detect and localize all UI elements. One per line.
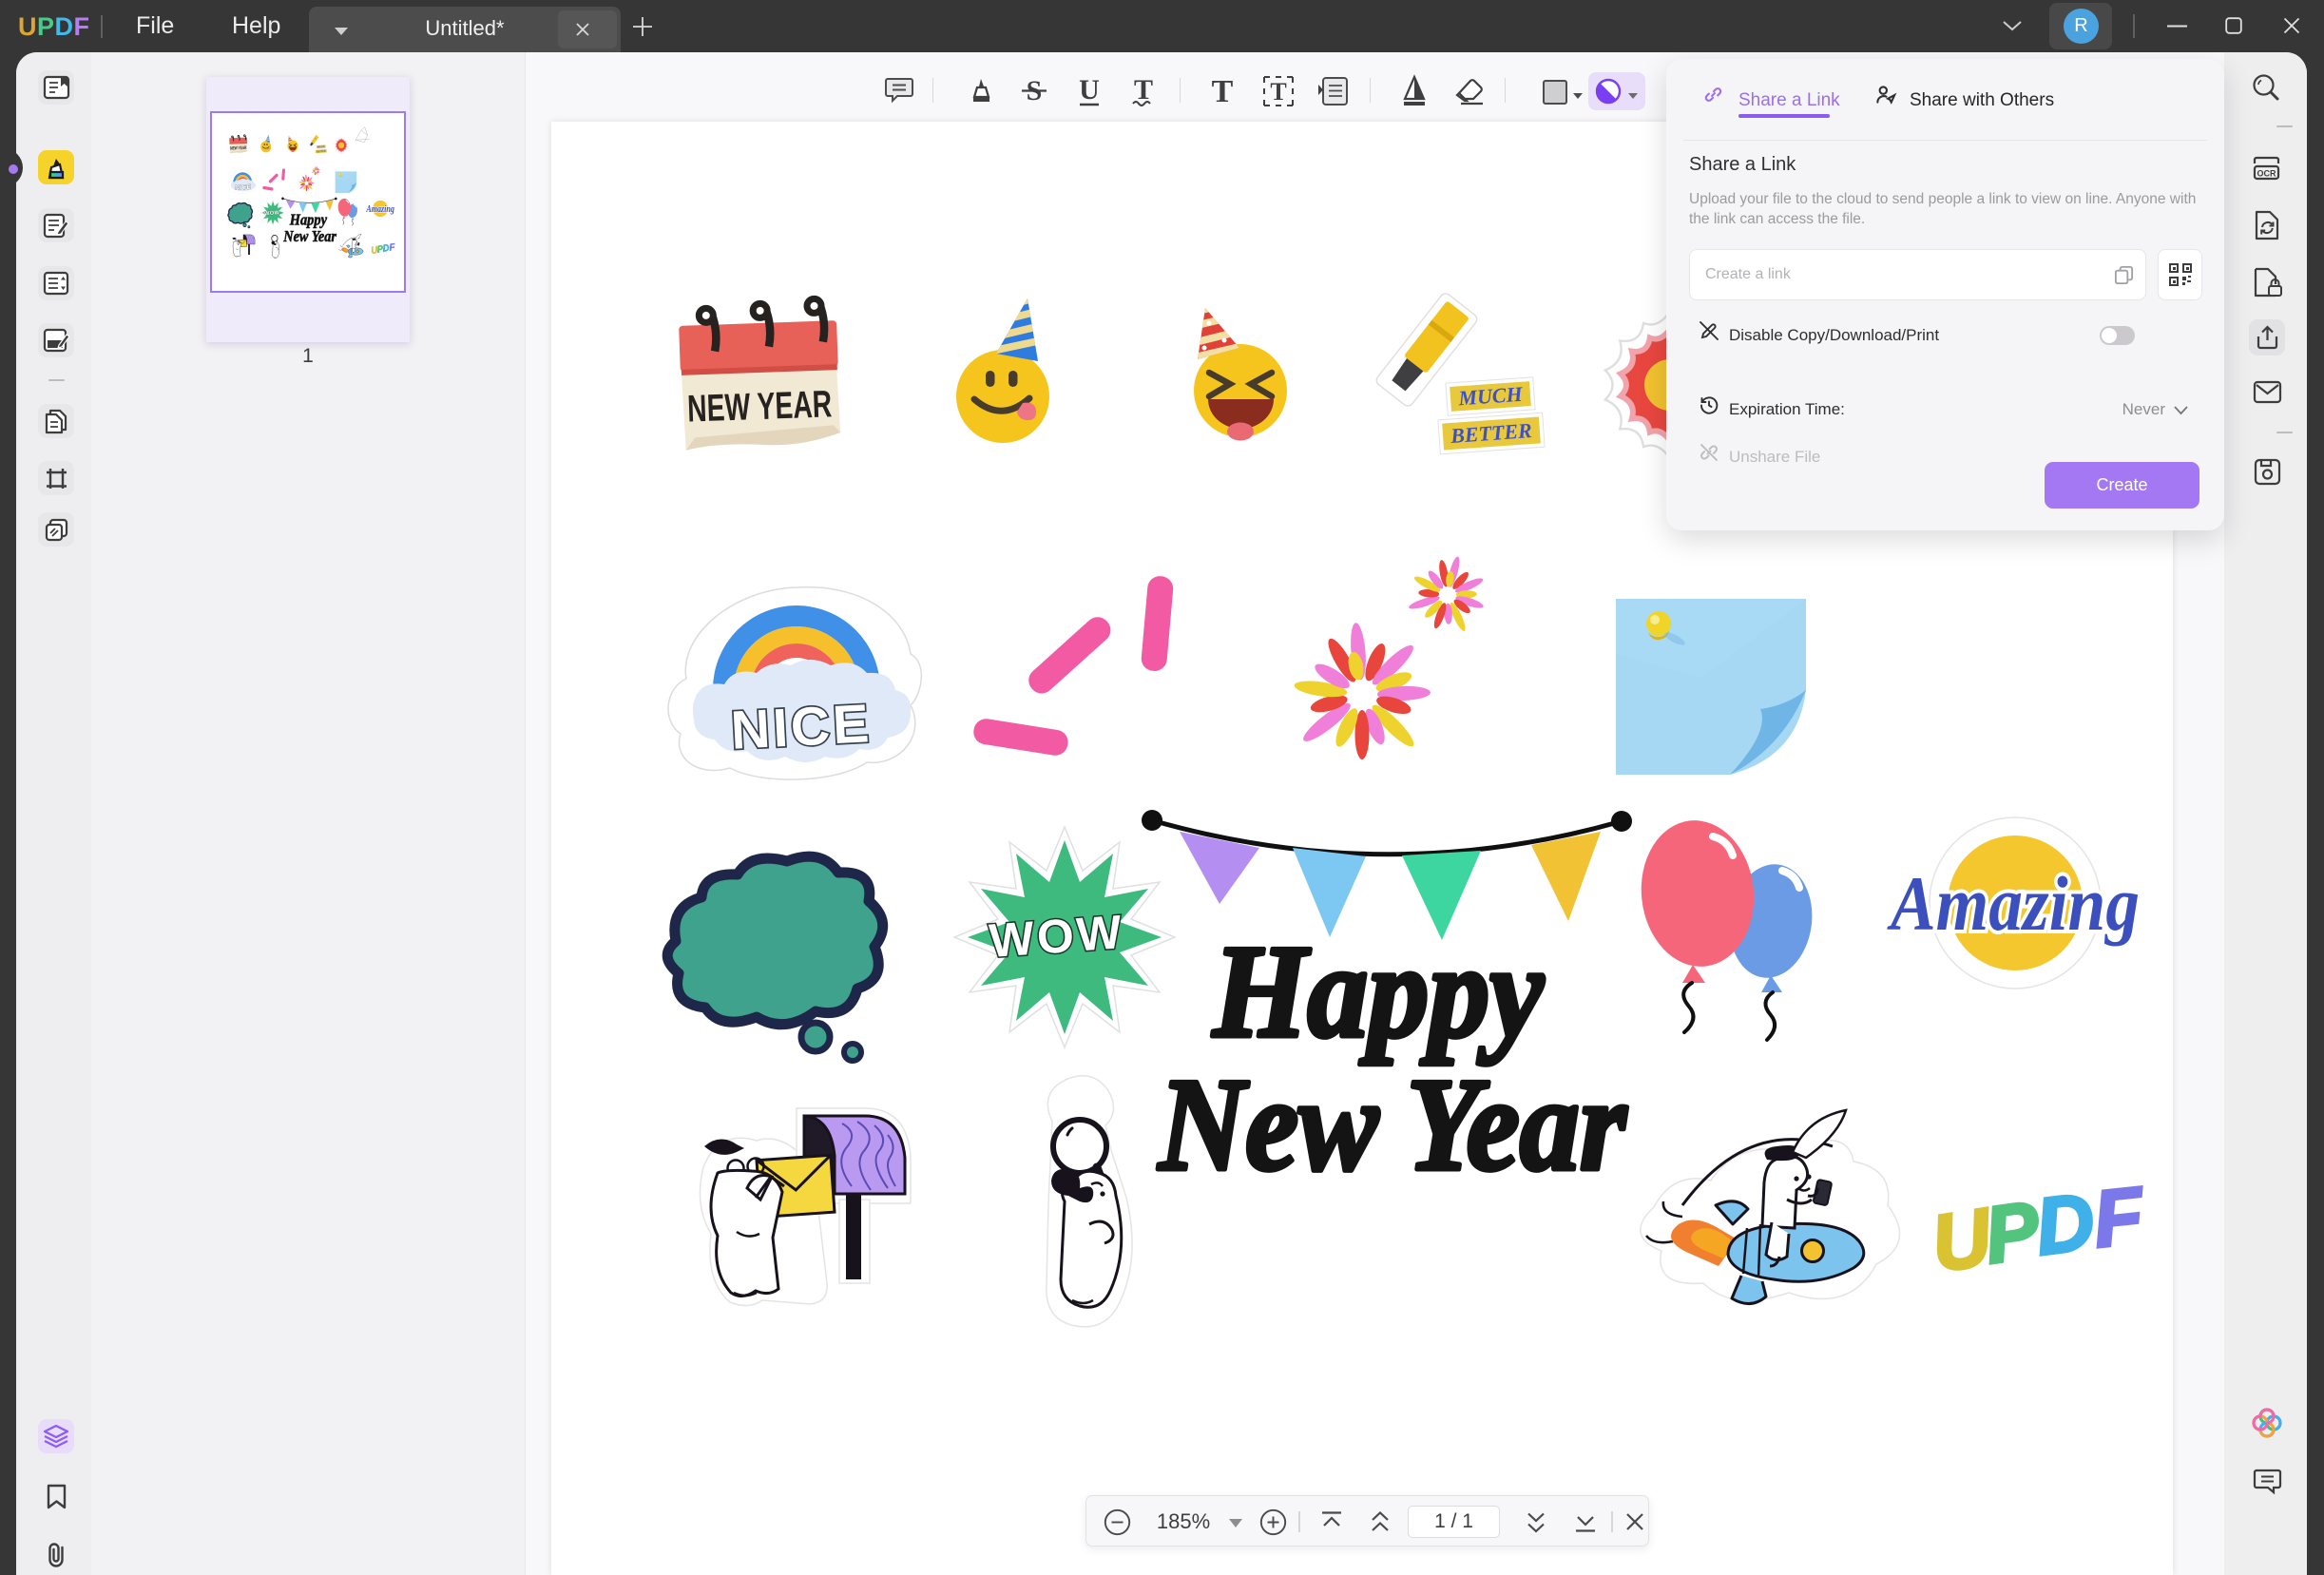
svg-text:T: T: [1270, 78, 1286, 106]
svg-text:T: T: [1212, 75, 1234, 109]
svg-text:OCR: OCR: [2257, 169, 2277, 179]
svg-text:U: U: [1079, 75, 1100, 106]
